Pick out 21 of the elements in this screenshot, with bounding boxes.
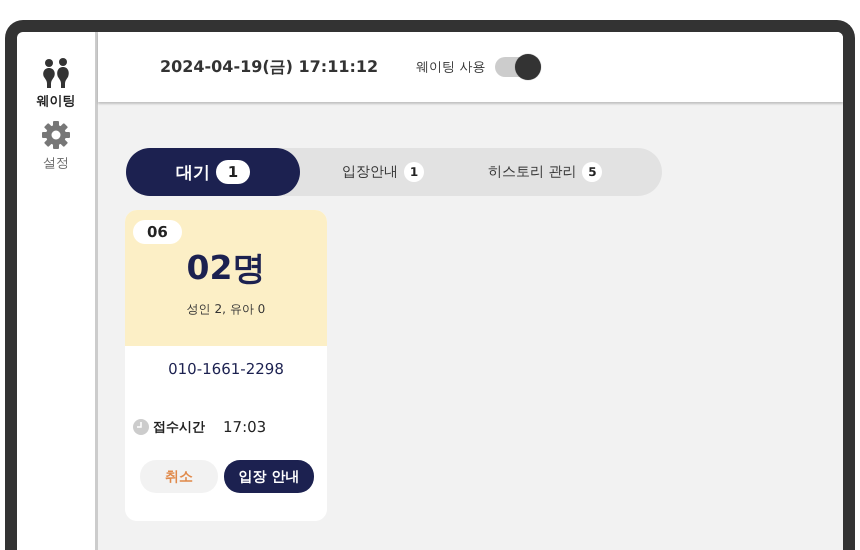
count-badge: 5 [582,162,602,182]
admit-button[interactable]: 입장 안내 [224,460,314,493]
tab[interactable]: 대기 1 [126,148,300,196]
clock-icon [133,419,149,435]
sidebar-item[interactable]: 설정 [41,120,71,172]
sidebar-item[interactable]: 웨이팅 [36,58,76,110]
count-badge: 1 [216,160,250,184]
phone-number: 010-1661-2298 [167,360,285,378]
party-detail: 성인 2, 유아 0 [186,301,266,318]
time-value: 17:03 [223,418,266,436]
time-label: 접수시간 [153,419,205,436]
tab[interactable]: 히스토리 관리 5 [466,148,624,196]
toggle-label: 웨이팅 사용 [416,59,486,76]
queue-number: 06 [133,220,182,244]
party-size: 02명 [186,247,266,289]
settings-icon [41,120,71,150]
toggle-switch[interactable] [495,57,542,77]
date-time: 2024-04-19(금) 17:11:12 [160,56,378,78]
tab[interactable]: 입장안내 1 [320,148,446,196]
count-badge: 1 [404,162,424,182]
people-icon [40,58,72,88]
